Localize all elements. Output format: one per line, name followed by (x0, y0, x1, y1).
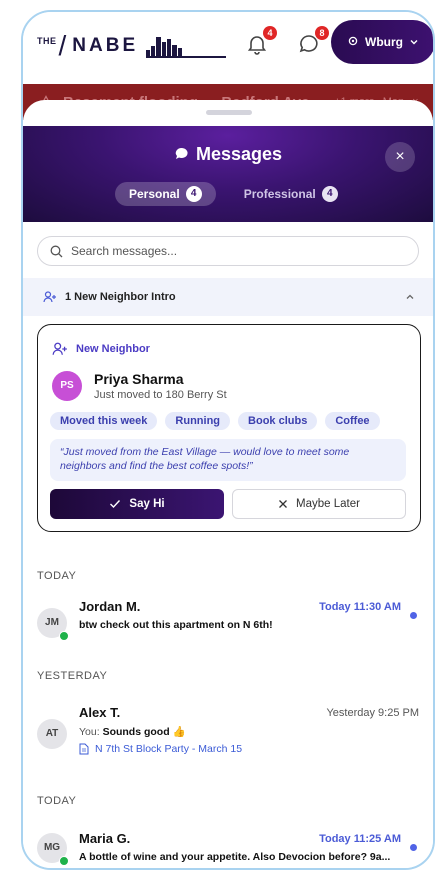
unread-dot (410, 612, 417, 619)
neighbor-intro-card: New Neighbor PS Priya Sharma Just moved … (37, 324, 421, 532)
search-icon (50, 245, 63, 257)
attachment-label: N 7th St Block Party - March 15 (95, 743, 243, 755)
close-icon (279, 500, 287, 508)
neighbor-subtitle: Just moved to 180 Berry St (94, 389, 227, 401)
intro-quote: “Just moved from the East Village — woul… (50, 439, 406, 481)
add-person-icon (52, 342, 67, 355)
sender-name: Maria G. (79, 831, 131, 846)
message-preview: btw check out this apartment on N 6th! (79, 619, 273, 631)
interest-tag: Coffee (325, 412, 380, 430)
tab-professional[interactable]: Professional 4 (230, 182, 352, 206)
chat-button[interactable]: 8 (297, 26, 329, 58)
message-thread[interactable]: AT Alex T. Yesterday 9:25 PM You: Sounds… (23, 703, 433, 763)
app-logo[interactable]: THE / NABE (37, 30, 227, 61)
speech-bubble-icon (175, 147, 188, 159)
tab-count: 4 (321, 186, 338, 202)
section-heading: TODAY (37, 795, 77, 807)
messages-title: Messages (23, 144, 433, 165)
logo-name: NABE (72, 35, 139, 56)
tab-count: 4 (185, 186, 202, 202)
message-time: Yesterday 9:25 PM (326, 707, 419, 719)
message-time: Today 11:25 AM (319, 833, 401, 845)
message-tabs: Personal 4 Professional 4 (115, 182, 352, 206)
message-text: Sounds good 👍 (102, 726, 186, 738)
search-placeholder: Search messages... (71, 244, 178, 258)
document-icon (79, 743, 89, 755)
notifications-button[interactable]: 4 (245, 26, 277, 58)
avatar[interactable]: PS (52, 371, 82, 401)
say-hi-button[interactable]: Say Hi (50, 489, 224, 519)
attachment-link[interactable]: N 7th St Block Party - March 15 (79, 743, 242, 755)
section-heading: YESTERDAY (37, 670, 108, 682)
neighbor-name: Priya Sharma (94, 371, 184, 387)
tab-personal[interactable]: Personal 4 (115, 182, 216, 206)
message-time: Today 11:30 AM (319, 601, 401, 613)
messages-sheet: Messages × Personal 4 Professional 4 Sea… (23, 100, 433, 868)
message-preview: You: Sounds good 👍 (79, 725, 186, 738)
chevron-down-icon (410, 40, 418, 45)
check-icon (110, 500, 121, 509)
sender-name: Jordan M. (79, 599, 141, 614)
message-prefix: You: (79, 726, 100, 738)
notifications-badge: 4 (263, 26, 277, 40)
logo-slash: / (58, 30, 67, 61)
new-neighbor-badge: New Neighbor (52, 341, 150, 357)
drag-handle[interactable] (206, 110, 252, 115)
logo-the: THE (37, 36, 57, 46)
messages-title-text: Messages (195, 144, 283, 164)
avatar: AT (37, 719, 67, 749)
maybe-later-button[interactable]: Maybe Later (232, 489, 406, 519)
messages-header: Messages × Personal 4 Professional 4 (23, 126, 433, 222)
section-label: 1 New Neighbor Intro (65, 291, 176, 303)
close-button[interactable]: × (385, 142, 415, 172)
add-person-icon (43, 291, 56, 303)
tab-label: Professional (243, 187, 316, 201)
online-indicator (59, 856, 69, 866)
top-bar: THE / NABE 4 8 Wburg (23, 12, 433, 84)
tab-label: Personal (129, 187, 180, 201)
section-heading: TODAY (37, 570, 77, 582)
unread-dot (410, 844, 417, 851)
badge-label: New Neighbor (76, 343, 150, 355)
interest-tags: Moved this week Running Book clubs Coffe… (50, 412, 380, 430)
message-thread[interactable]: JM Jordan M. Today 11:30 AM btw check ou… (23, 595, 433, 651)
message-thread[interactable]: MG Maria G. Today 11:25 AM A bottle of w… (23, 827, 433, 868)
sender-name: Alex T. (79, 705, 121, 720)
online-indicator (59, 631, 69, 641)
say-hi-label: Say Hi (129, 498, 165, 510)
interest-tag: Running (165, 412, 231, 430)
location-pin-icon (348, 36, 358, 46)
phone-frame: THE / NABE 4 8 Wburg Messages × Personal… (21, 10, 435, 870)
messages-badge: 8 (315, 26, 329, 40)
interest-tag: Moved this week (50, 412, 158, 430)
maybe-later-label: Maybe Later (296, 498, 360, 510)
chevron-up-icon[interactable] (405, 292, 415, 302)
location-label: Wburg (365, 35, 403, 49)
message-preview: A bottle of wine and your appetite. Also… (79, 851, 391, 863)
interest-tag: Book clubs (238, 412, 318, 430)
location-selector[interactable]: Wburg (331, 20, 433, 64)
search-input[interactable]: Search messages... (37, 236, 419, 266)
new-neighbor-section-header[interactable]: 1 New Neighbor Intro (23, 278, 433, 316)
skyline-icon (146, 37, 227, 58)
